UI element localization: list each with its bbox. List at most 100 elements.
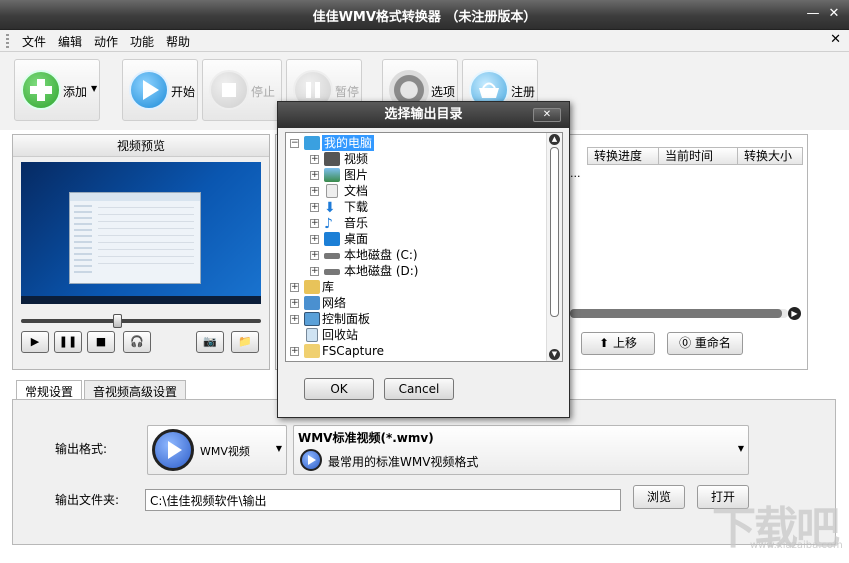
network-icon	[304, 296, 320, 310]
chevron-down-icon: ▼	[275, 444, 282, 453]
scroll-right-icon[interactable]: ▶	[788, 307, 801, 320]
camera-icon: 📷	[203, 335, 217, 348]
close-button[interactable]: ✕	[826, 6, 842, 22]
preview-window-thumbnail	[69, 192, 201, 284]
tab-advanced[interactable]: 音视频高级设置	[84, 380, 187, 400]
window-title: 佳佳WMV格式转换器 （未注册版本）	[312, 10, 537, 25]
add-label: 添加	[63, 85, 88, 99]
tree-label: 本地磁盘 (C:)	[344, 248, 418, 262]
folder-icon: 📁	[238, 335, 252, 348]
tree-label: 文档	[344, 184, 369, 198]
ok-button[interactable]: OK	[304, 378, 374, 400]
dialog-title: 选择输出目录	[278, 102, 569, 128]
menu-close-icon[interactable]: ✕	[830, 32, 841, 47]
options-label: 选项	[431, 85, 456, 99]
expand-icon[interactable]: +	[310, 267, 319, 276]
tree-label: 控制面板	[322, 312, 371, 326]
stop-button-small[interactable]: ■	[87, 331, 115, 353]
open-folder-button[interactable]: 📁	[231, 331, 259, 353]
format-combo[interactable]: WMV视频 ▼	[147, 425, 287, 475]
menu-action[interactable]: 动作	[94, 33, 118, 50]
format-detail-combo[interactable]: WMV标准视频(*.wmv) 最常用的标准WMV视频格式 ▼	[293, 425, 749, 475]
folder-icon	[304, 344, 320, 358]
expand-icon[interactable]: +	[310, 235, 319, 244]
computer-icon	[304, 136, 320, 150]
move-up-label: 上移	[612, 336, 637, 350]
column-progress[interactable]: 转换进度	[587, 147, 659, 165]
picture-icon	[324, 168, 340, 182]
menu-grip	[6, 34, 9, 48]
stop-icon	[209, 70, 249, 110]
dialog-close-button[interactable]: ✕	[533, 108, 561, 122]
tree-label: 库	[322, 280, 335, 294]
expand-icon[interactable]: +	[290, 347, 299, 356]
expand-icon[interactable]: +	[310, 155, 319, 164]
library-icon	[304, 280, 320, 294]
expand-icon[interactable]: +	[310, 171, 319, 180]
output-folder-input[interactable]	[145, 489, 621, 511]
browse-button[interactable]: 浏览	[633, 485, 685, 509]
play-button[interactable]: ▶	[21, 331, 49, 353]
stop-label: 停止	[251, 85, 276, 99]
seek-track[interactable]	[21, 314, 261, 328]
tree-label: 我的电脑	[322, 135, 375, 151]
tree-label: 图片	[344, 168, 369, 182]
scroll-up-icon[interactable]: ▲	[549, 134, 560, 145]
cancel-button[interactable]: Cancel	[384, 378, 454, 400]
expand-icon[interactable]: +	[290, 299, 299, 308]
menu-file[interactable]: 文件	[22, 33, 46, 50]
expand-icon[interactable]: +	[310, 203, 319, 212]
wmv-small-icon	[300, 449, 322, 471]
move-up-button[interactable]: ⬆ 上移	[581, 332, 655, 355]
scroll-thumb[interactable]	[570, 309, 782, 318]
menu-function[interactable]: 功能	[130, 33, 154, 50]
column-size[interactable]: 转换大小	[737, 147, 803, 165]
tree-label: 网络	[322, 296, 347, 310]
tab-general[interactable]: 常规设置	[16, 380, 83, 401]
play-icon: ▶	[30, 335, 40, 348]
pause-button-small[interactable]: ❚❚	[54, 331, 82, 353]
preview-title: 视频预览	[13, 135, 269, 157]
select-output-dir-dialog: 选择输出目录 ✕ − 我的电脑 + 视频 + 图片 + 文档 + ⬇ 下载 + ♪ 音乐 + 桌…	[277, 101, 570, 418]
output-format-label: 输出格式:	[55, 442, 108, 456]
tree-label: FSCapture	[322, 344, 385, 358]
horizontal-scrollbar[interactable]	[570, 309, 788, 318]
seek-handle[interactable]	[113, 314, 123, 328]
headphones-button[interactable]: 🎧	[123, 331, 151, 353]
expand-icon[interactable]: +	[310, 251, 319, 260]
document-icon	[326, 184, 338, 198]
pause-icon: ❚❚	[58, 335, 78, 348]
tree-label: 桌面	[344, 232, 369, 246]
tree-scroll-thumb[interactable]	[550, 147, 559, 317]
stop-button[interactable]: 停止	[202, 59, 282, 121]
drive-icon	[324, 253, 340, 259]
watermark-site: www.xiazaiba.com	[750, 540, 843, 551]
tree-item-my-computer[interactable]: − 我的电脑	[288, 135, 548, 151]
tree-scrollbar[interactable]: ▲ ▼	[546, 133, 562, 361]
rename-button[interactable]: ⓪ 重命名	[667, 332, 743, 355]
expand-icon[interactable]: +	[310, 187, 319, 196]
start-button[interactable]: 开始	[122, 59, 198, 121]
rename-label: 重命名	[694, 336, 731, 350]
scroll-down-icon[interactable]: ▼	[549, 349, 560, 360]
film-icon	[324, 152, 340, 166]
menu-edit[interactable]: 编辑	[58, 33, 82, 50]
minimize-button[interactable]: —	[805, 6, 821, 22]
collapse-icon[interactable]: −	[290, 139, 299, 148]
expand-icon[interactable]: +	[290, 315, 299, 324]
add-button[interactable]: 添加 ▼	[14, 59, 100, 121]
register-label: 注册	[511, 85, 536, 99]
dropdown-arrow-icon[interactable]: ▼	[91, 84, 97, 93]
expand-icon[interactable]: +	[290, 283, 299, 292]
snapshot-button[interactable]: 📷	[196, 331, 224, 353]
column-current-time[interactable]: 当前时间	[658, 147, 738, 165]
drive-icon	[324, 269, 340, 275]
desktop-icon	[324, 232, 340, 246]
row-fragment: ...	[570, 167, 581, 180]
menu-help[interactable]: 帮助	[166, 33, 190, 50]
recycle-bin-icon	[306, 328, 318, 342]
output-folder-label: 输出文件夹:	[55, 493, 120, 507]
watermark-logo: 下载吧 www.xiazaiba.com	[712, 492, 843, 558]
play-icon	[129, 70, 169, 110]
expand-icon[interactable]: +	[310, 219, 319, 228]
